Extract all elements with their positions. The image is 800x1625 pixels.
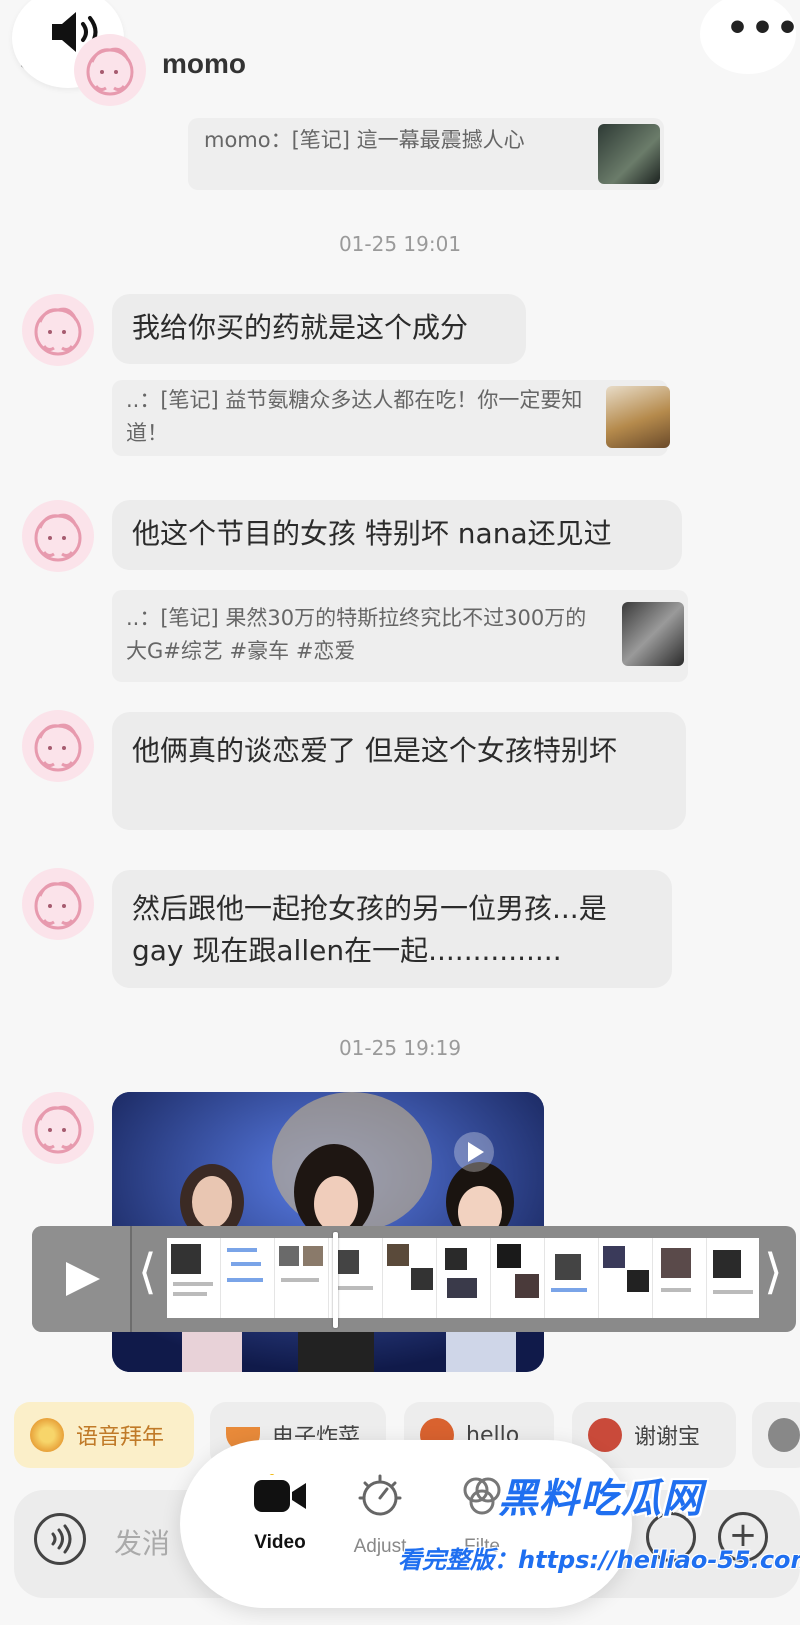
thanks-sticker-icon (588, 1418, 622, 1452)
sender-avatar[interactable] (22, 294, 94, 366)
sender-avatar[interactable] (22, 868, 94, 940)
message-input[interactable]: 发消 (114, 1522, 170, 1562)
timeline-frames (167, 1238, 759, 1318)
contact-avatar[interactable] (74, 34, 146, 106)
sender-avatar[interactable] (22, 500, 94, 572)
frame-thumbnail (275, 1238, 329, 1318)
forwarded-note-card[interactable]: momo：[笔记] 這一幕最震撼人心 (188, 118, 664, 190)
note-thumbnail (622, 602, 684, 666)
frame-thumbnail (545, 1238, 599, 1318)
note-text: ..：[笔记] 果然30万的特斯拉终究比不过300万的大G#综艺 #豪车 #恋爱 (126, 606, 587, 663)
watermark-logo: 黑料吃瓜网 (498, 1476, 703, 1522)
frame-thumbnail (437, 1238, 491, 1318)
more-options-button[interactable]: ••• (700, 0, 799, 74)
note-text: momo：[笔记] 這一幕最震撼人心 (204, 128, 525, 152)
timestamp: 01-25 19:01 (338, 232, 462, 256)
adjust-dial-icon (358, 1474, 402, 1516)
tool-label: Video (254, 1532, 306, 1553)
message-bubble[interactable]: 他这个节目的女孩 特别坏 nana还见过 (112, 500, 682, 570)
quick-chip-more[interactable] (752, 1402, 800, 1468)
watermark-url: 看完整版：https://heiliao-55.com (398, 1546, 800, 1574)
chip-label: 谢谢宝 (634, 1425, 701, 1450)
sender-avatar[interactable] (22, 1092, 94, 1164)
frame-thumbnail (221, 1238, 275, 1318)
firework-icon (30, 1418, 64, 1452)
voice-wave-icon (51, 1524, 72, 1554)
trim-handle-left-icon[interactable]: ⟨ (138, 1244, 157, 1300)
video-camera-icon (254, 1469, 306, 1512)
quick-chip-voice-new-year[interactable]: 语音拜年 (14, 1402, 194, 1468)
timeline-playhead[interactable] (333, 1232, 338, 1328)
message-bubble[interactable]: 我给你买的药就是这个成分 (112, 294, 526, 364)
play-icon (66, 1262, 100, 1296)
timestamp: 01-25 19:19 (338, 1036, 462, 1060)
frame-thumbnail (383, 1238, 437, 1318)
frame-thumbnail (653, 1238, 707, 1318)
frame-thumbnail (707, 1238, 759, 1318)
shared-note-card[interactable]: ..：[笔记] 果然30万的特斯拉终究比不过300万的大G#综艺 #豪车 #恋爱 (112, 590, 688, 682)
note-text: ..：[笔记] 益节氨糖众多达人都在吃！你一定要知道！ (126, 388, 583, 445)
chip-label: 语音拜年 (76, 1425, 165, 1450)
tool-video[interactable]: Video (230, 1469, 330, 1554)
sender-avatar[interactable] (22, 710, 94, 782)
voice-input-button[interactable] (34, 1513, 86, 1565)
timeline-play-button[interactable] (32, 1226, 132, 1332)
message-bubble[interactable]: 他俩真的谈恋爱了 但是这个女孩特别坏 (112, 712, 686, 830)
note-thumbnail (598, 124, 660, 184)
shared-note-card[interactable]: ..：[笔记] 益节氨糖众多达人都在吃！你一定要知道！ (112, 380, 670, 456)
chat-title: momo (162, 48, 246, 79)
message-bubble[interactable]: 然后跟他一起抢女孩的另一位男孩...是gay 现在跟allen在一起......… (112, 870, 672, 988)
more-icon: ••• (726, 8, 800, 49)
cat-sticker-icon (768, 1418, 800, 1452)
trim-handle-right-icon[interactable]: ⟩ (764, 1244, 783, 1300)
frame-thumbnail (491, 1238, 545, 1318)
note-thumbnail (606, 386, 670, 448)
frame-thumbnail (599, 1238, 653, 1318)
frame-thumbnail (167, 1238, 221, 1318)
